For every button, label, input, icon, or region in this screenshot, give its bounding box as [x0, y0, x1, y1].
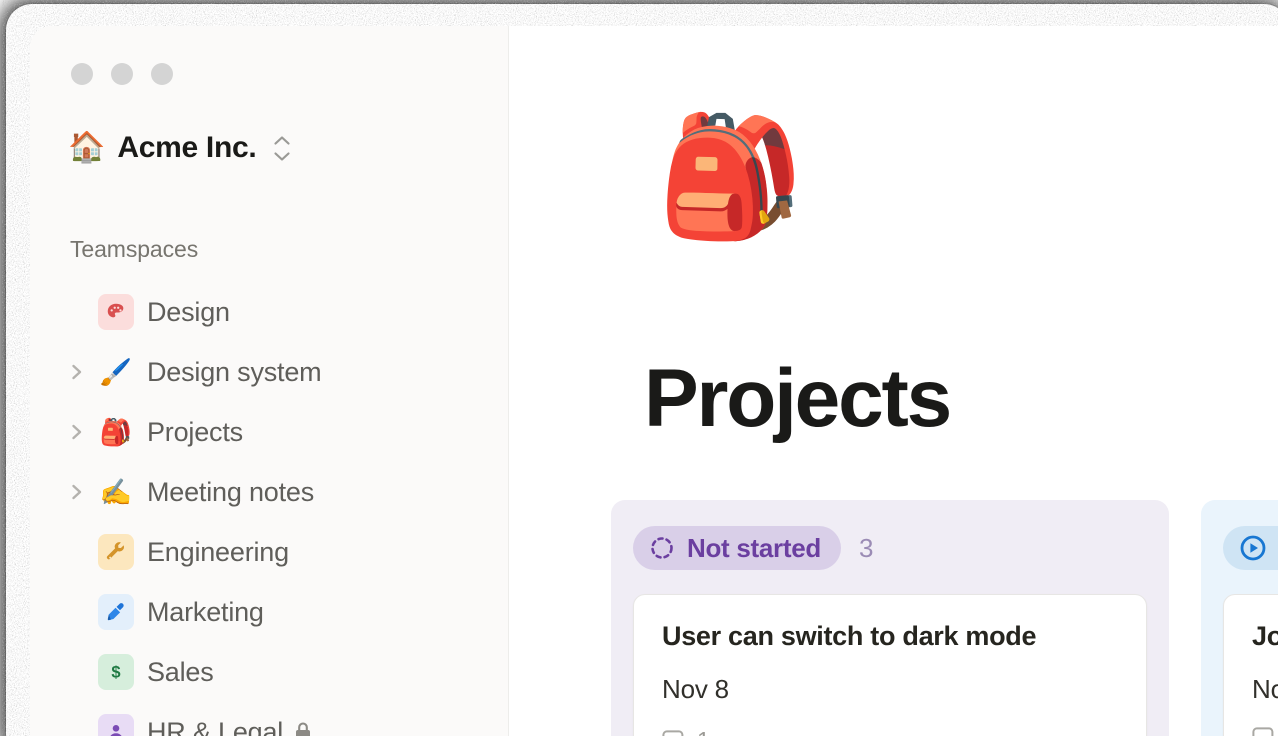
card-meta: [1252, 727, 1278, 736]
card-date: No: [1252, 674, 1278, 704]
app-window: 🏠 Acme Inc. Teamspaces Design 🖌️ Design …: [30, 26, 1278, 736]
status-badge[interactable]: In progress: [1223, 526, 1278, 570]
chevron-right-icon[interactable]: [70, 422, 98, 442]
status-badge[interactable]: Not started: [633, 526, 841, 570]
house-icon: 🏠: [68, 131, 106, 164]
palette-icon: [98, 294, 134, 330]
sidebar-item-sales[interactable]: $ Sales: [30, 642, 508, 702]
board-column-not-started: Not started 3 User can switch to dark mo…: [611, 500, 1169, 736]
sidebar-item-label: Sales: [147, 656, 214, 687]
sidebar-item-projects[interactable]: 🎒 Projects: [30, 402, 508, 462]
sidebar-item-label: Meeting notes: [147, 476, 315, 507]
writing-hand-icon: ✍️: [99, 477, 133, 507]
comment-count: 1: [697, 727, 710, 736]
card-title: User can switch to dark mode: [662, 621, 1037, 651]
play-circle-icon: [1239, 534, 1267, 562]
lock-icon: [293, 720, 313, 736]
maximize-button[interactable]: [151, 63, 173, 85]
minimize-button[interactable]: [111, 63, 133, 85]
wrench-icon: [98, 534, 134, 570]
sidebar-item-label: Marketing: [147, 596, 264, 627]
backpack-icon[interactable]: 🎒: [657, 118, 804, 236]
workspace-switcher[interactable]: 🏠 Acme Inc.: [68, 126, 291, 170]
board-card[interactable]: Jo No: [1223, 594, 1278, 736]
person-icon: [98, 714, 134, 736]
board-card[interactable]: User can switch to dark mode Nov 8 1: [633, 594, 1147, 736]
sidebar-item-engineering[interactable]: Engineering: [30, 522, 508, 582]
sidebar-item-label: HR & Legal: [147, 716, 284, 736]
board-column-in-progress: In progress Jo No: [1201, 500, 1278, 736]
sidebar-item-label: Projects: [147, 416, 243, 447]
sidebar-item-meeting-notes[interactable]: ✍️ Meeting notes: [30, 462, 508, 522]
paintbrush-icon: 🖌️: [99, 357, 133, 387]
page-title: Projects: [644, 353, 952, 444]
board: Not started 3 User can switch to dark mo…: [611, 500, 1278, 736]
status-label: Not started: [687, 532, 821, 563]
column-header[interactable]: In progress: [1201, 526, 1278, 570]
window-traffic-lights: [71, 63, 173, 85]
comment-icon: [662, 729, 688, 736]
chevron-up-down-icon[interactable]: [273, 135, 291, 161]
workspace-name: Acme Inc.: [117, 131, 257, 164]
sidebar: 🏠 Acme Inc. Teamspaces Design 🖌️ Design …: [30, 26, 509, 736]
column-header[interactable]: Not started 3: [611, 526, 1169, 570]
sidebar-section-label: Teamspaces: [70, 236, 199, 262]
sidebar-nav: Design 🖌️ Design system 🎒 Projects ✍️ Me…: [30, 282, 508, 736]
backpack-icon: 🎒: [99, 417, 133, 447]
sidebar-item-label: Engineering: [147, 536, 289, 567]
card-meta: 1: [662, 727, 1118, 736]
sidebar-item-hr-legal[interactable]: HR & Legal: [30, 702, 508, 736]
microphone-icon: [98, 594, 134, 630]
dollar-icon: $: [98, 654, 134, 690]
sidebar-item-marketing[interactable]: Marketing: [30, 582, 508, 642]
sidebar-item-design-system[interactable]: 🖌️ Design system: [30, 342, 508, 402]
card-date: Nov 8: [662, 674, 729, 704]
screen: 🏠 Acme Inc. Teamspaces Design 🖌️ Design …: [0, 0, 1278, 736]
comment-icon: [1252, 727, 1278, 736]
dashed-circle-icon: [649, 535, 675, 561]
sidebar-item-label: Design: [147, 296, 230, 327]
sidebar-item-label: Design system: [147, 356, 322, 387]
column-count: 3: [858, 532, 874, 563]
chevron-right-icon[interactable]: [70, 482, 98, 502]
chevron-right-icon[interactable]: [70, 362, 98, 382]
main-content: 🎒 Projects Not started 3 User can switch…: [509, 26, 1278, 736]
svg-text:$: $: [111, 664, 120, 682]
card-title: Jo: [1252, 621, 1278, 651]
sidebar-item-design[interactable]: Design: [30, 282, 508, 342]
close-button[interactable]: [71, 63, 93, 85]
